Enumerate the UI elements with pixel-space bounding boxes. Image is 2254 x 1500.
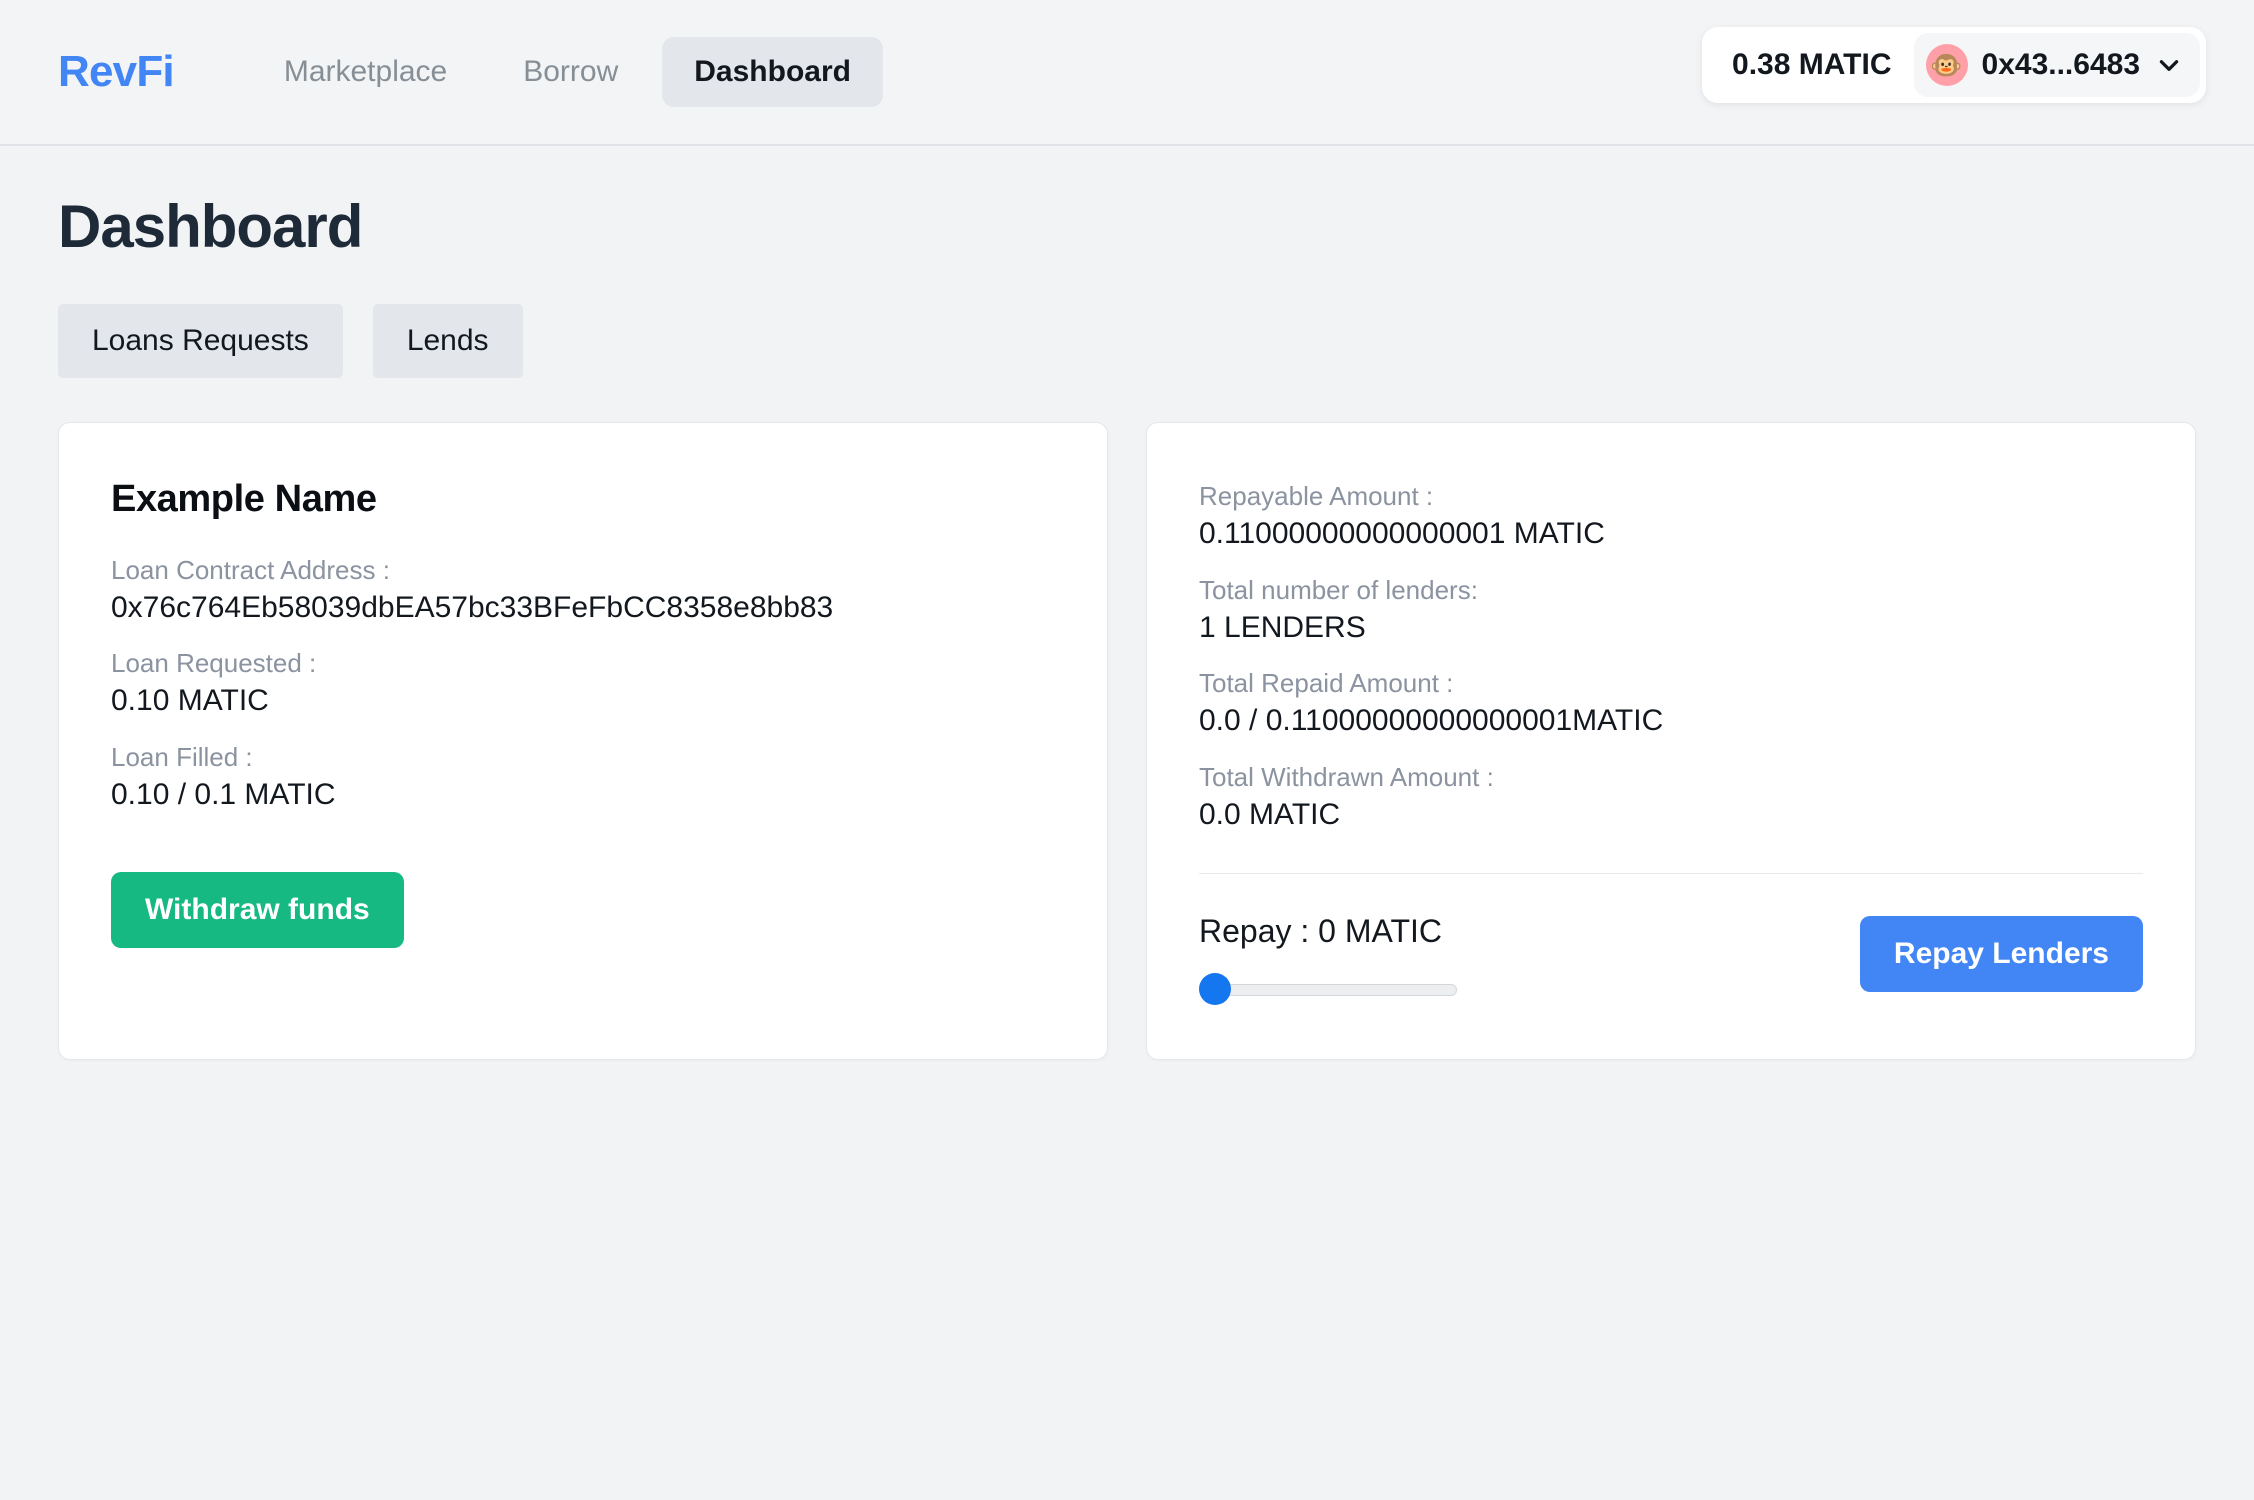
repay-amount-slider[interactable] (1199, 972, 1457, 1007)
wallet-address: 0x43...6483 (1981, 48, 2140, 81)
loan-contract-address-value: 0x76c764Eb58039dbEA57bc33BFeFbCC8358e8bb… (111, 590, 834, 624)
loan-filled-value: 0.10 / 0.1 MATIC (111, 778, 336, 812)
wallet-account-button[interactable]: 🐵 0x43...6483 (1913, 33, 2200, 97)
loan-filled-label: Loan Filled : (111, 741, 253, 772)
total-withdrawn-amount-value: 0.0 MATIC (1199, 797, 1341, 831)
slider-thumb[interactable] (1199, 972, 1231, 1005)
loan-requested-label: Loan Requested : (111, 648, 317, 679)
nav-link-dashboard[interactable]: Dashboard (662, 37, 883, 107)
page-content: Dashboard Loans Requests Lends Example N… (0, 146, 2254, 1060)
repay-amount-label: Repay : 0 MATIC (1199, 913, 1443, 950)
loan-requested-value: 0.10 MATIC (111, 684, 269, 718)
loan-contract-address-label: Loan Contract Address : (111, 554, 390, 585)
total-lenders-value: 1 LENDERS (1199, 610, 1366, 644)
dashboard-tabs: Loans Requests Lends (58, 304, 2196, 378)
repay-lenders-button[interactable]: Repay Lenders (1859, 916, 2143, 993)
avatar: 🐵 (1925, 44, 1968, 86)
repay-card: Repayable Amount : 0.11000000000000001 M… (1146, 422, 2196, 1060)
chevron-down-icon (2159, 60, 2179, 71)
main-navigation: Marketplace Borrow Dashboard (252, 37, 883, 107)
cards-container: Example Name Loan Contract Address : 0x7… (58, 422, 2196, 1060)
tab-lends[interactable]: Lends (372, 304, 523, 378)
wallet-balance: 0.38 MATIC (1732, 48, 1892, 81)
loan-card-title: Example Name (111, 478, 377, 520)
total-withdrawn-amount-label: Total Withdrawn Amount : (1199, 761, 1494, 792)
tab-loans-requests[interactable]: Loans Requests (58, 304, 343, 378)
page-title: Dashboard (58, 193, 363, 260)
repayable-amount-value: 0.11000000000000001 MATIC (1199, 517, 1605, 551)
nav-link-borrow[interactable]: Borrow (491, 37, 650, 107)
total-lenders-label: Total number of lenders: (1199, 574, 1478, 605)
card-divider (1199, 873, 2143, 875)
total-repaid-amount-label: Total Repaid Amount : (1199, 668, 1454, 699)
repay-controls-row: Repay : 0 MATIC Repay Lenders (1199, 912, 2143, 1006)
total-repaid-amount-value: 0.0 / 0.11000000000000001MATIC (1199, 704, 1664, 738)
loan-card: Example Name Loan Contract Address : 0x7… (58, 422, 1108, 1060)
brand-logo[interactable]: RevFi (58, 50, 175, 94)
wallet-widget[interactable]: 0.38 MATIC 🐵 0x43...6483 (1702, 27, 2206, 103)
repayable-amount-label: Repayable Amount : (1199, 481, 1434, 511)
repay-slider-group: Repay : 0 MATIC (1199, 912, 1836, 1006)
withdraw-funds-button[interactable]: Withdraw funds (111, 871, 404, 948)
nav-link-marketplace[interactable]: Marketplace (252, 37, 479, 107)
slider-track[interactable] (1199, 983, 1457, 996)
top-navbar: RevFi Marketplace Borrow Dashboard 0.38 … (0, 0, 2254, 146)
